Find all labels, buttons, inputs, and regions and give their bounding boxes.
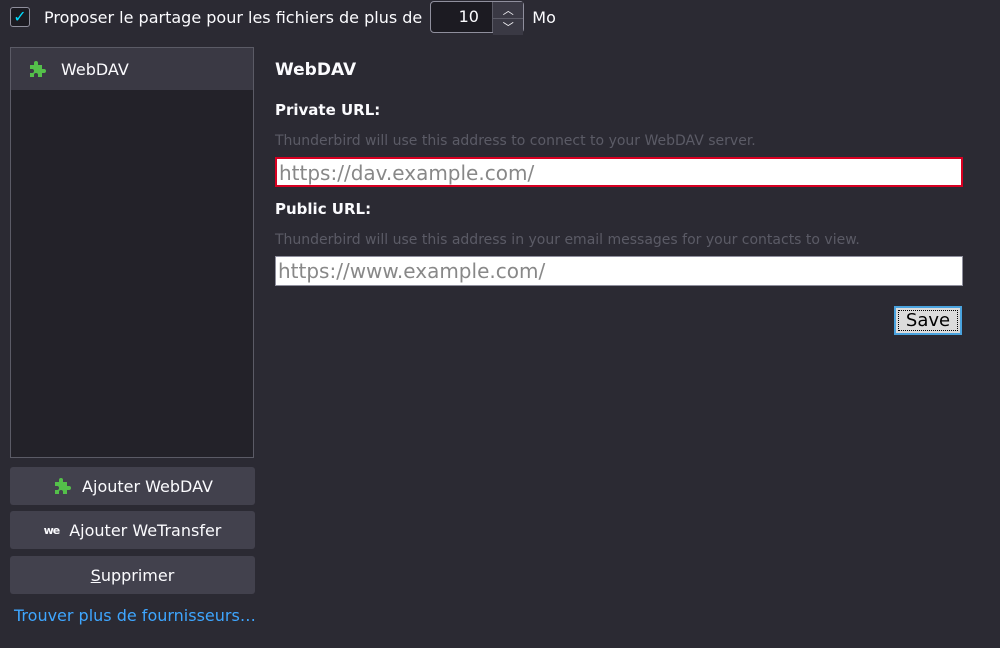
provider-item-label: WebDAV — [61, 59, 129, 79]
save-button[interactable]: Save — [894, 306, 962, 335]
public-url-hint: Thunderbird will use this address in you… — [275, 232, 860, 248]
size-unit: Mo — [532, 7, 556, 27]
spin-arrows: ︿ ﹀ — [492, 2, 524, 35]
size-value[interactable]: 10 — [431, 2, 492, 32]
find-more-providers-link[interactable]: Trouver plus de fournisseurs… — [14, 606, 256, 625]
private-url-hint: Thunderbird will use this address to con… — [275, 133, 756, 149]
chevron-up-icon[interactable]: ︿ — [493, 2, 524, 18]
settings-title: WebDAV — [275, 60, 357, 80]
private-url-label: Private URL: — [275, 101, 381, 119]
share-threshold-checkbox[interactable]: ✓ — [10, 7, 30, 27]
provider-settings-panel: WebDAV Private URL: Thunderbird will use… — [275, 56, 965, 286]
delete-button[interactable]: Supprimer — [10, 556, 255, 594]
share-threshold-label: Proposer le partage pour les fichiers de… — [44, 7, 423, 27]
add-webdav-button[interactable]: Ajouter WebDAV — [10, 467, 255, 505]
add-webdav-label: Ajouter WebDAV — [82, 476, 213, 496]
delete-label: Supprimer — [90, 565, 175, 585]
puzzle-icon — [55, 478, 72, 494]
wetransfer-icon: we — [43, 523, 61, 537]
size-spinbox[interactable]: 10 ︿ ﹀ — [430, 1, 525, 35]
chevron-down-icon[interactable]: ﹀ — [493, 18, 524, 35]
add-wetransfer-label: Ajouter WeTransfer — [69, 520, 222, 540]
provider-list[interactable]: WebDAV — [10, 47, 254, 458]
provider-item-webdav[interactable]: WebDAV — [11, 48, 253, 90]
share-threshold-row: ✓ Proposer le partage pour les fichiers … — [10, 0, 556, 35]
public-url-input[interactable]: https://www.example.com/ — [275, 256, 963, 286]
public-url-label: Public URL: — [275, 200, 372, 218]
private-url-input[interactable]: https://dav.example.com/ — [275, 157, 963, 187]
add-wetransfer-button[interactable]: we Ajouter WeTransfer — [10, 511, 255, 549]
puzzle-icon — [30, 61, 46, 77]
checkmark-icon: ✓ — [13, 7, 27, 26]
